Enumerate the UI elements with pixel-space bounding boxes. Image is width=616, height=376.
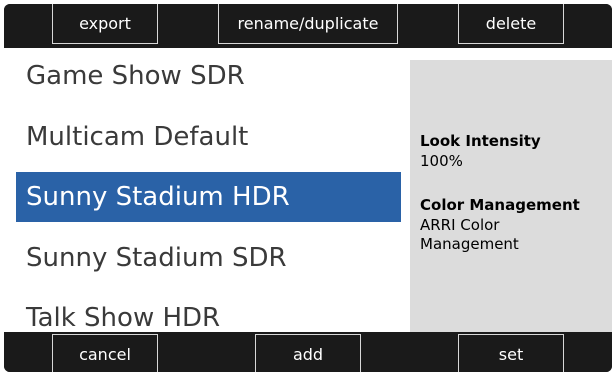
rename-duplicate-button[interactable]: rename/duplicate bbox=[218, 4, 398, 44]
list-item-selected[interactable]: Sunny Stadium HDR bbox=[16, 172, 401, 222]
list-item[interactable]: Sunny Stadium SDR bbox=[16, 233, 401, 283]
list-item[interactable]: Talk Show HDR bbox=[16, 293, 401, 332]
look-intensity-label: Look Intensity bbox=[420, 132, 541, 150]
list-item[interactable]: Multicam Default bbox=[16, 112, 401, 162]
look-info-panel: Look Intensity 100% Color Management ARR… bbox=[410, 60, 612, 332]
add-button[interactable]: add bbox=[255, 334, 361, 372]
main-area: Game Show SDR Multicam Default Sunny Sta… bbox=[4, 48, 612, 332]
bottom-softkey-bar: cancel add set bbox=[4, 332, 612, 372]
color-management-value: ARRI Color Management bbox=[420, 216, 519, 253]
delete-button[interactable]: delete bbox=[458, 4, 564, 44]
set-button[interactable]: set bbox=[458, 334, 564, 372]
looks-list[interactable]: Game Show SDR Multicam Default Sunny Sta… bbox=[4, 48, 408, 332]
device-screen: export rename/duplicate delete Game Show… bbox=[4, 4, 612, 372]
look-intensity-value: 100% bbox=[420, 152, 463, 170]
top-softkey-bar: export rename/duplicate delete bbox=[4, 4, 612, 46]
export-button[interactable]: export bbox=[52, 4, 158, 44]
color-management-label: Color Management bbox=[420, 196, 580, 214]
cancel-button[interactable]: cancel bbox=[52, 334, 158, 372]
list-item[interactable]: Game Show SDR bbox=[16, 51, 401, 101]
